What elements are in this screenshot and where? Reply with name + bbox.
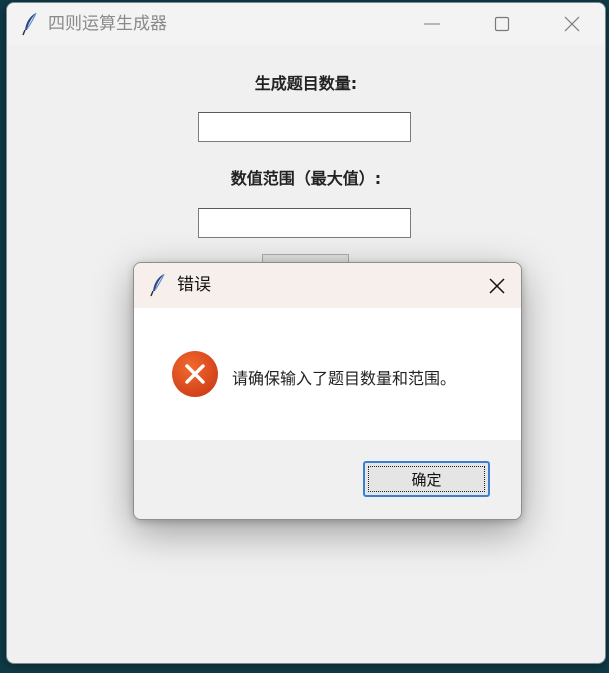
- ok-button[interactable]: 确定: [363, 461, 490, 497]
- minimize-button[interactable]: [397, 3, 467, 45]
- feather-icon: [22, 12, 37, 36]
- dialog-body: 请确保输入了题目数量和范围。: [134, 308, 521, 440]
- dialog-footer: 确定: [134, 440, 521, 519]
- question-count-label: 生成题目数量:: [254, 74, 358, 93]
- ok-button-label: 确定: [411, 470, 442, 489]
- dialog-message: 请确保输入了题目数量和范围。: [232, 369, 457, 388]
- dialog-title: 错误: [177, 275, 211, 295]
- feather-icon: [150, 273, 165, 297]
- maximize-button[interactable]: [467, 3, 537, 45]
- close-icon: [489, 277, 505, 294]
- main-titlebar[interactable]: 四则运算生成器: [7, 3, 605, 45]
- window-title: 四则运算生成器: [48, 14, 167, 34]
- error-icon: [172, 351, 218, 397]
- dialog-titlebar[interactable]: 错误: [134, 263, 521, 308]
- desktop: 四则运算生成器 生成题目数量: 数值范围（最大值）: 错误 请确保输入了题目数量…: [0, 0, 609, 673]
- close-button[interactable]: [537, 3, 605, 45]
- minimize-icon: [424, 23, 440, 25]
- dialog-close-button[interactable]: [474, 263, 520, 308]
- error-dialog: 错误 请确保输入了题目数量和范围。 确定: [133, 262, 522, 520]
- value-range-label: 数值范围（最大值）:: [230, 169, 382, 188]
- value-range-input[interactable]: [198, 208, 411, 238]
- question-count-input[interactable]: [198, 112, 411, 142]
- maximize-icon: [494, 16, 510, 32]
- close-icon: [564, 16, 580, 32]
